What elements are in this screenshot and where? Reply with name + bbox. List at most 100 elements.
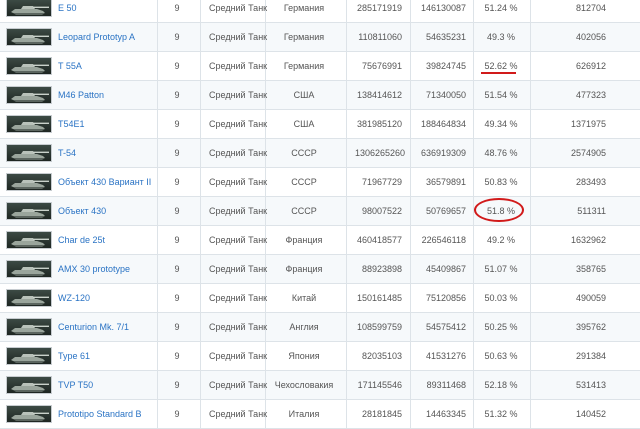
winrate-cell: 50.83 % xyxy=(484,177,518,187)
type-cell: Средний Танк xyxy=(209,177,268,187)
wins-cell: 146130087 xyxy=(420,3,466,13)
column-divider xyxy=(157,168,158,196)
tank-name-link[interactable]: E 50 xyxy=(58,0,77,22)
column-divider xyxy=(410,81,411,109)
tier-cell: 9 xyxy=(174,148,180,158)
tank-name-link[interactable]: T-54 xyxy=(58,139,76,167)
tank-stats-table: E 50 9 Средний Танк Германия 285171919 146130… xyxy=(0,0,640,429)
type-cell: Средний Танк xyxy=(209,206,268,216)
tank-name-link[interactable]: AMX 30 prototype xyxy=(58,255,130,283)
column-divider xyxy=(200,139,201,167)
tank-name-link[interactable]: Char de 25t xyxy=(58,226,105,254)
tank-name-link[interactable]: Type 61 xyxy=(58,342,90,370)
tank-thumbnail-icon[interactable] xyxy=(6,318,52,336)
type-cell: Средний Танк xyxy=(209,90,268,100)
table-row: Prototipo Standard B 9 Средний Танк Италия 2… xyxy=(0,400,640,429)
column-divider xyxy=(530,226,531,254)
tank-name-link[interactable]: T54E1 xyxy=(58,110,85,138)
nation-cell: Франция xyxy=(285,264,323,274)
column-divider xyxy=(410,168,411,196)
tank-thumbnail-icon[interactable] xyxy=(6,144,52,162)
tank-thumbnail-icon[interactable] xyxy=(6,173,52,191)
tank-thumbnail-icon[interactable] xyxy=(6,231,52,249)
column-divider xyxy=(473,23,474,51)
tank-name-link[interactable]: Объект 430 xyxy=(58,197,106,225)
type-cell: Средний Танк xyxy=(209,409,268,419)
column-divider xyxy=(157,226,158,254)
tank-name-link[interactable]: Leopard Prototyp A xyxy=(58,23,135,51)
tier-cell: 9 xyxy=(174,293,180,303)
tank-thumbnail-icon[interactable] xyxy=(6,289,52,307)
tank-thumbnail-icon[interactable] xyxy=(6,86,52,104)
battles-cell: 75676991 xyxy=(361,61,402,71)
column-divider xyxy=(530,52,531,80)
column-divider xyxy=(157,255,158,283)
column-divider xyxy=(200,342,201,370)
tank-thumbnail-icon[interactable] xyxy=(6,115,52,133)
red-circle-annotation xyxy=(474,198,524,222)
column-divider xyxy=(473,255,474,283)
type-cell: Средний Танк xyxy=(209,235,268,245)
column-divider xyxy=(410,400,411,428)
tank-thumbnail-icon[interactable] xyxy=(6,405,52,423)
tank-thumbnail-icon[interactable] xyxy=(6,0,52,17)
battles-cell: 381985120 xyxy=(356,119,402,129)
column-divider xyxy=(200,52,201,80)
battles-cell: 71967729 xyxy=(361,177,402,187)
tank-name-link[interactable]: T 55A xyxy=(58,52,82,80)
tank-thumbnail-icon[interactable] xyxy=(6,28,52,46)
column-divider xyxy=(410,139,411,167)
column-divider xyxy=(473,226,474,254)
tank-name-link[interactable]: Centurion Mk. 7/1 xyxy=(58,313,129,341)
tank-thumbnail-icon[interactable] xyxy=(6,202,52,220)
type-cell: Средний Танк xyxy=(209,61,268,71)
tank-thumbnail-icon[interactable] xyxy=(6,347,52,365)
battles-cell: 150161485 xyxy=(356,293,402,303)
wins-cell: 14463345 xyxy=(425,409,466,419)
column-divider xyxy=(530,197,531,225)
battles-cell: 460418577 xyxy=(356,235,402,245)
type-cell: Средний Танк xyxy=(209,32,268,42)
column-divider xyxy=(200,197,201,225)
nation-cell: США xyxy=(293,119,315,129)
tank-name-link[interactable]: M46 Patton xyxy=(58,81,104,109)
column-divider xyxy=(473,0,474,22)
tank-name-link[interactable]: TVP T50 xyxy=(58,371,93,399)
tank-name-link[interactable]: WZ-120 xyxy=(58,284,90,312)
column-divider xyxy=(473,284,474,312)
column-divider xyxy=(157,371,158,399)
column-divider xyxy=(200,226,201,254)
column-divider xyxy=(473,313,474,341)
column-divider xyxy=(530,313,531,341)
column-divider xyxy=(473,371,474,399)
table-row: Leopard Prototyp A 9 Средний Танк Германия 1… xyxy=(0,23,640,52)
tier-cell: 9 xyxy=(174,3,180,13)
column-divider xyxy=(473,139,474,167)
tank-thumbnail-icon[interactable] xyxy=(6,260,52,278)
column-divider xyxy=(410,342,411,370)
tank-thumbnail-icon[interactable] xyxy=(6,376,52,394)
column-divider xyxy=(410,313,411,341)
tank-thumbnail-icon[interactable] xyxy=(6,57,52,75)
column-divider xyxy=(410,197,411,225)
wins-cell: 54635231 xyxy=(425,32,466,42)
table-row: AMX 30 prototype 9 Средний Танк Франция 8892… xyxy=(0,255,640,284)
column-divider xyxy=(157,197,158,225)
type-cell: Средний Танк xyxy=(209,3,268,13)
column-divider xyxy=(410,226,411,254)
wins-cell: 89311468 xyxy=(426,380,466,390)
table-row: E 50 9 Средний Танк Германия 285171919 146130… xyxy=(0,0,640,23)
column-divider xyxy=(530,255,531,283)
table-row: Centurion Mk. 7/1 9 Средний Танк Англия 1085… xyxy=(0,313,640,342)
extra-cell: 402056 xyxy=(575,32,606,42)
column-divider xyxy=(530,284,531,312)
tank-name-link[interactable]: Prototipo Standard B xyxy=(58,400,142,428)
column-divider xyxy=(473,81,474,109)
column-divider xyxy=(200,284,201,312)
red-underline-annotation xyxy=(481,72,516,74)
column-divider xyxy=(157,52,158,80)
column-divider xyxy=(410,52,411,80)
column-divider xyxy=(157,400,158,428)
tank-name-link[interactable]: Объект 430 Вариант II xyxy=(58,168,151,196)
column-divider xyxy=(530,0,531,22)
